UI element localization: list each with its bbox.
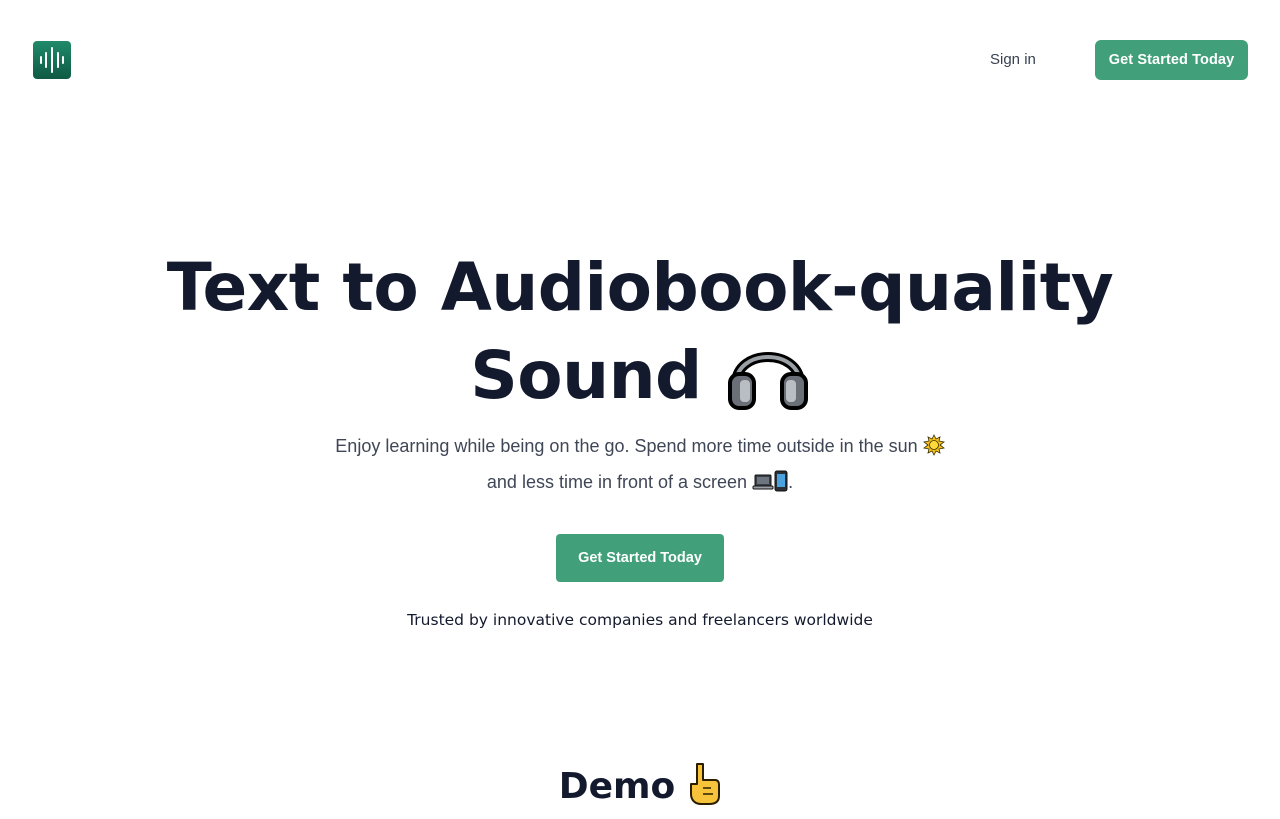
hero-title-line-1: Text to Audiobook-quality [166, 249, 1114, 326]
site-header: Sign in Get Started Today [0, 0, 1280, 120]
hero-title-line-2: Sound [470, 337, 702, 414]
hero-title: Text to Audiobook-quality Sound [0, 248, 1280, 430]
pointing-down-icon [685, 762, 721, 819]
hero-title-line-2-wrap: Sound [0, 328, 1280, 430]
soundwave-logo-icon[interactable] [33, 41, 71, 79]
sun-icon [922, 434, 945, 466]
subtitle-line-1: Enjoy learning while being on the go. Sp… [335, 436, 918, 456]
laptop-icon [752, 470, 774, 502]
trusted-by-text: Trusted by innovative companies and free… [407, 611, 873, 629]
subtitle-line-2-wrap: and less time in front of a screen . [0, 466, 1280, 502]
demo-title-text: Demo [558, 766, 676, 807]
sign-in-link[interactable]: Sign in [990, 48, 1036, 72]
subtitle-line-2: and less time in front of a screen [486, 472, 748, 492]
subtitle-line-2-end: . [788, 472, 794, 492]
phone-icon [774, 470, 788, 502]
subtitle-line-1-wrap: Enjoy learning while being on the go. Sp… [0, 430, 1280, 466]
headphones-icon [726, 328, 810, 430]
hero-subtitle: Enjoy learning while being on the go. Sp… [0, 430, 1280, 502]
get-started-hero-button[interactable]: Get Started Today [556, 534, 724, 582]
get-started-header-button[interactable]: Get Started Today [1095, 40, 1248, 80]
demo-section-title: Demo [0, 762, 1280, 819]
